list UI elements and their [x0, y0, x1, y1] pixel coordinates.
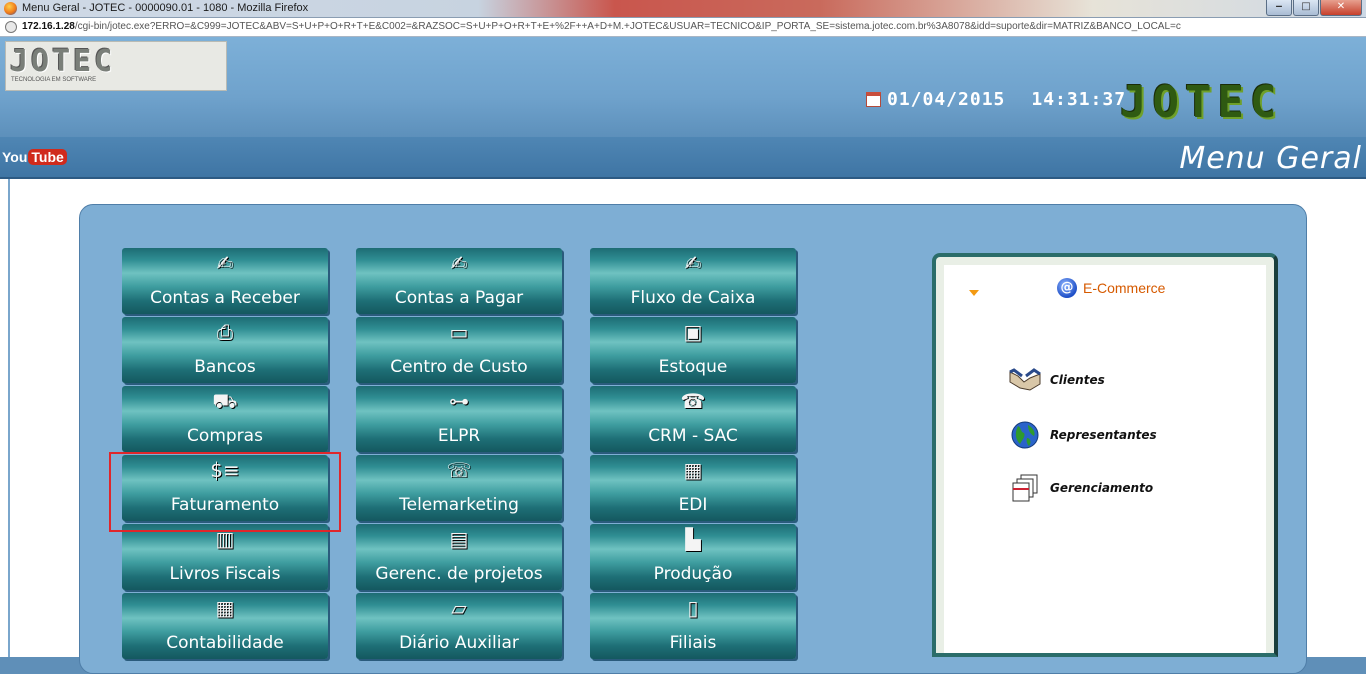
menu-button-label: Gerenc. de projetos	[375, 564, 543, 584]
filiais-icon: ▯	[687, 596, 699, 620]
minimize-button[interactable]: ‒	[1266, 0, 1292, 16]
url-text[interactable]: 172.16.1.28/cgi-bin/jotec.exe?ERRO=&C999…	[22, 21, 1181, 32]
contas-pagar-button[interactable]: ✍ Contas a Pagar	[356, 248, 562, 314]
maximize-button[interactable]: □	[1293, 0, 1319, 16]
contabilidade-icon: ▦	[215, 596, 235, 620]
ecommerce-item-label: Clientes	[1050, 373, 1105, 387]
window-controls: ‒ □ ✕	[1266, 0, 1362, 16]
calendar-icon	[866, 92, 881, 107]
documents-icon	[1008, 473, 1042, 503]
sub-header-bar: You Tube Menu Geral	[0, 137, 1366, 179]
menu-button-label: Livros Fiscais	[169, 564, 281, 584]
menu-button-label: Contabilidade	[166, 633, 284, 653]
crm-sac-button[interactable]: ☎ CRM - SAC	[590, 386, 796, 452]
centro-custo-button[interactable]: ▭ Centro de Custo	[356, 317, 562, 383]
logo-subtitle: TECNOLOGIA EM SOFTWARE	[11, 77, 97, 83]
bancos-icon: ⎙	[217, 320, 233, 344]
contas-receber-button[interactable]: ✍ Contas a Receber	[122, 248, 328, 314]
contas-receber-icon: ✍	[216, 251, 234, 275]
header-banner: JOTEC TECNOLOGIA EM SOFTWARE 01/04/2015 …	[0, 37, 1366, 137]
date-display: 01/04/2015	[887, 89, 1006, 110]
ecommerce-item-label: Gerenciamento	[1050, 481, 1154, 495]
menu-button-label: CRM - SAC	[648, 426, 738, 446]
contabilidade-button[interactable]: ▦ Contabilidade	[122, 593, 328, 659]
fluxo-caixa-button[interactable]: ✍ Fluxo de Caixa	[590, 248, 796, 314]
menu-button-label: EDI	[678, 495, 708, 515]
handshake-icon	[1008, 365, 1042, 395]
page-title: Menu Geral	[1179, 141, 1362, 176]
edi-icon: ▦	[683, 458, 703, 482]
ecommerce-item-label: Representantes	[1050, 428, 1157, 442]
ecommerce-item-clientes[interactable]: Clientes	[1008, 365, 1105, 395]
close-button[interactable]: ✕	[1320, 0, 1362, 16]
producao-button[interactable]: ▙ Produção	[590, 524, 796, 590]
edi-button[interactable]: ▦ EDI	[590, 455, 796, 521]
menu-button-label: Filiais	[669, 633, 717, 653]
site-identity-icon[interactable]	[5, 21, 17, 33]
ecommerce-item-gerenciamento[interactable]: Gerenciamento	[1008, 473, 1153, 503]
diario-auxiliar-button[interactable]: ▱ Diário Auxiliar	[356, 593, 562, 659]
compras-icon: ⛟	[212, 389, 238, 413]
menu-button-label: Diário Auxiliar	[399, 633, 519, 653]
menu-button-label: Compras	[187, 426, 263, 446]
ecommerce-panel: @ E-Commerce Clientes Representantes Ger…	[932, 253, 1278, 657]
url-bar[interactable]: 172.16.1.28/cgi-bin/jotec.exe?ERRO=&C999…	[0, 18, 1366, 37]
producao-icon: ▙	[685, 527, 701, 551]
youtube-you-text: You	[2, 149, 28, 165]
estoque-icon: ▣	[683, 320, 703, 344]
url-host: 172.16.1.28	[22, 21, 75, 32]
big-jotec-logo: JOTEC	[1120, 77, 1283, 128]
collapse-arrow-icon[interactable]	[969, 290, 979, 296]
ecommerce-header[interactable]: @ E-Commerce	[1057, 278, 1165, 298]
fluxo-caixa-icon: ✍	[684, 251, 702, 275]
gerenc-projetos-icon: ▤	[449, 527, 469, 551]
telemarketing-icon: ☏	[446, 458, 472, 482]
window-title: Menu Geral - JOTEC - 0000090.01 - 1080 -…	[22, 2, 309, 14]
contas-pagar-icon: ✍	[450, 251, 468, 275]
bancos-button[interactable]: ⎙ Bancos	[122, 317, 328, 383]
youtube-link[interactable]: You Tube	[2, 149, 67, 165]
youtube-tube-text: Tube	[28, 149, 67, 165]
time-display: 14:31:37	[1031, 89, 1127, 110]
gerenc-projetos-button[interactable]: ▤ Gerenc. de projetos	[356, 524, 562, 590]
crm-sac-icon: ☎	[680, 389, 706, 413]
menu-button-label: ELPR	[437, 426, 481, 446]
diario-auxiliar-icon: ▱	[451, 596, 467, 620]
url-path: /cgi-bin/jotec.exe?ERRO=&C999=JOTEC&ABV=…	[74, 21, 1181, 32]
ecommerce-item-representantes[interactable]: Representantes	[1008, 420, 1157, 450]
livros-fiscais-button[interactable]: ▥ Livros Fiscais	[122, 524, 328, 590]
menu-button-label: Produção	[653, 564, 733, 584]
highlight-box	[109, 452, 341, 532]
elpr-button[interactable]: ⊶ ELPR	[356, 386, 562, 452]
globe-icon	[1008, 420, 1042, 450]
estoque-button[interactable]: ▣ Estoque	[590, 317, 796, 383]
menu-button-label: Centro de Custo	[390, 357, 528, 377]
datetime: 01/04/2015 14:31:37	[866, 89, 1126, 110]
at-icon: @	[1057, 278, 1077, 298]
compras-button[interactable]: ⛟ Compras	[122, 386, 328, 452]
menu-button-label: Contas a Pagar	[394, 288, 524, 308]
centro-custo-icon: ▭	[449, 320, 469, 344]
menu-button-label: Fluxo de Caixa	[630, 288, 756, 308]
menu-button-label: Contas a Receber	[150, 288, 300, 308]
ecommerce-title: E-Commerce	[1083, 280, 1166, 296]
left-divider	[8, 179, 10, 657]
jotec-logo[interactable]: JOTEC TECNOLOGIA EM SOFTWARE	[5, 41, 227, 91]
menu-button-label: Estoque	[658, 357, 728, 377]
telemarketing-button[interactable]: ☏ Telemarketing	[356, 455, 562, 521]
menu-button-label: Bancos	[194, 357, 256, 377]
elpr-icon: ⊶	[449, 389, 469, 413]
filiais-button[interactable]: ▯ Filiais	[590, 593, 796, 659]
window-titlebar: Menu Geral - JOTEC - 0000090.01 - 1080 -…	[0, 0, 1366, 18]
ecommerce-inner: @ E-Commerce Clientes Representantes Ger…	[944, 265, 1266, 653]
logo-text: JOTEC	[10, 44, 116, 79]
menu-button-label: Telemarketing	[399, 495, 519, 515]
firefox-icon	[4, 2, 17, 15]
